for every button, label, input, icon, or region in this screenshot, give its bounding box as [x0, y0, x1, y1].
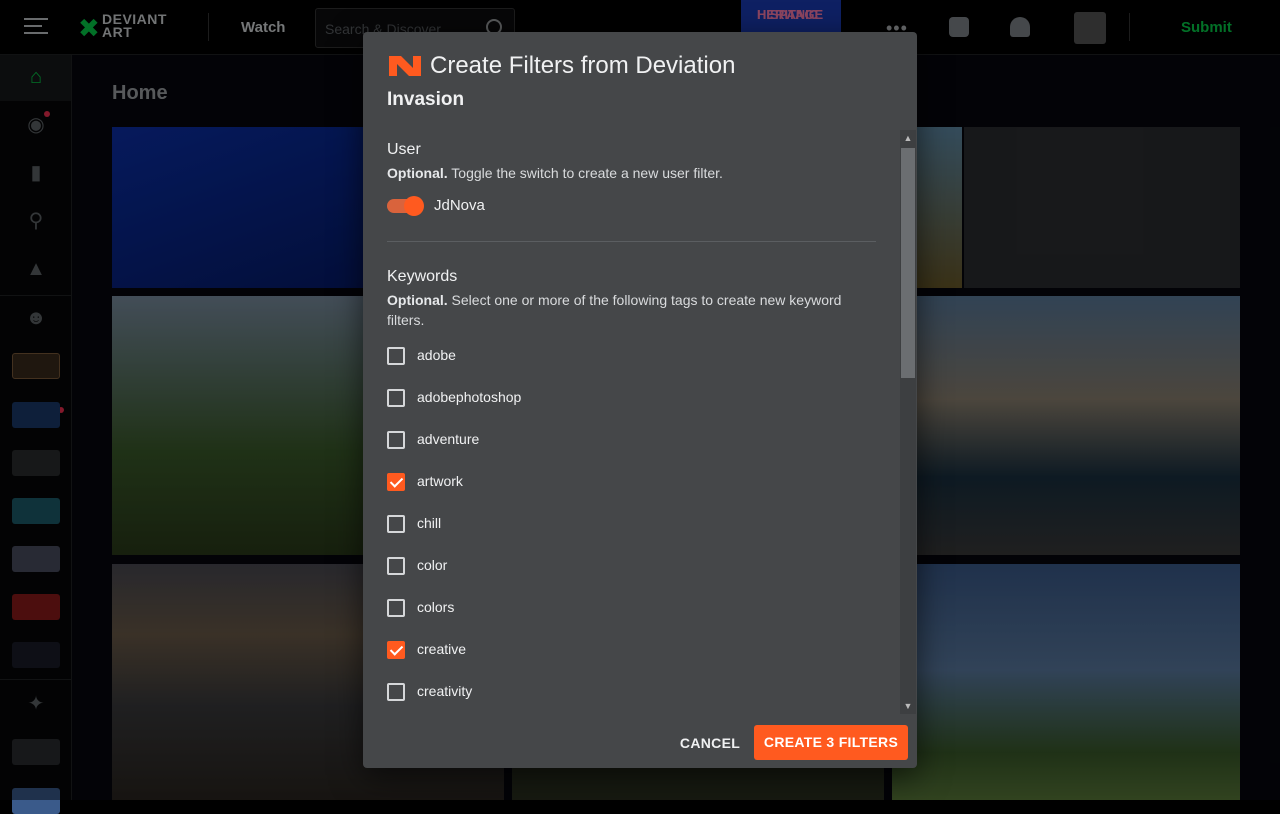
create-filters-dialog: Create Filters from Deviation Invasion U… [363, 32, 917, 768]
checkbox[interactable] [387, 347, 405, 365]
dialog-title: Create Filters from Deviation [430, 52, 736, 79]
keyword-label: adventure [417, 431, 480, 447]
keyword-label: artwork [417, 473, 463, 489]
keyword-label: color [417, 557, 448, 573]
checkbox-checked[interactable] [387, 641, 405, 659]
keyword-option[interactable]: artwork [387, 470, 687, 494]
keyword-option[interactable]: creativity [387, 680, 687, 704]
dialog-scroll-content[interactable]: User Optional. Toggle the switch to crea… [363, 130, 899, 714]
keyword-label: creative [417, 641, 467, 657]
scrollbar-thumb[interactable] [901, 148, 915, 378]
deviation-name: Invasion [387, 89, 465, 110]
keyword-label: chill [417, 515, 442, 531]
checkbox-checked[interactable] [387, 473, 405, 491]
keyword-option[interactable]: chill [387, 512, 687, 536]
checkbox[interactable] [387, 683, 405, 701]
keyword-option[interactable]: adobe [387, 344, 687, 368]
user-section-title: User [387, 141, 421, 158]
checkbox[interactable] [387, 431, 405, 449]
keyword-label: colors [417, 599, 455, 615]
dialog-scrollbar[interactable]: ▲ ▼ [900, 130, 916, 714]
keyword-option[interactable]: colors [387, 596, 687, 620]
keyword-option[interactable]: color [387, 554, 687, 578]
hint-text: Toggle the switch to create a new user f… [447, 165, 723, 181]
section-divider [387, 241, 876, 242]
checkbox[interactable] [387, 515, 405, 533]
hint-text: Select one or more of the following tags… [387, 292, 842, 328]
keywords-section-hint: Optional. Select one or more of the foll… [387, 290, 867, 330]
user-filter-toggle[interactable] [387, 196, 425, 216]
create-filters-button[interactable]: CREATE 3 FILTERS [754, 725, 908, 760]
checkbox[interactable] [387, 599, 405, 617]
keyword-option[interactable]: adobephotoshop [387, 386, 687, 410]
hint-bold: Optional. [387, 165, 448, 181]
keyword-label: adobe [417, 347, 456, 363]
scroll-down-icon[interactable]: ▼ [903, 701, 913, 711]
cancel-button[interactable]: CANCEL [677, 726, 743, 760]
keyword-label: adobephotoshop [417, 389, 522, 405]
keywords-section-title: Keywords [387, 268, 458, 285]
scroll-up-icon[interactable]: ▲ [903, 133, 913, 143]
hint-bold: Optional. [387, 292, 448, 308]
toggle-knob [404, 196, 424, 216]
filter-logo-icon [389, 56, 421, 76]
user-section-hint: Optional. Toggle the switch to create a … [387, 163, 867, 183]
keyword-label: creativity [417, 683, 473, 699]
username-label: JdNova [434, 197, 485, 214]
keyword-option[interactable]: creative [387, 638, 687, 662]
checkbox[interactable] [387, 557, 405, 575]
keyword-option[interactable]: adventure [387, 428, 687, 452]
checkbox[interactable] [387, 389, 405, 407]
